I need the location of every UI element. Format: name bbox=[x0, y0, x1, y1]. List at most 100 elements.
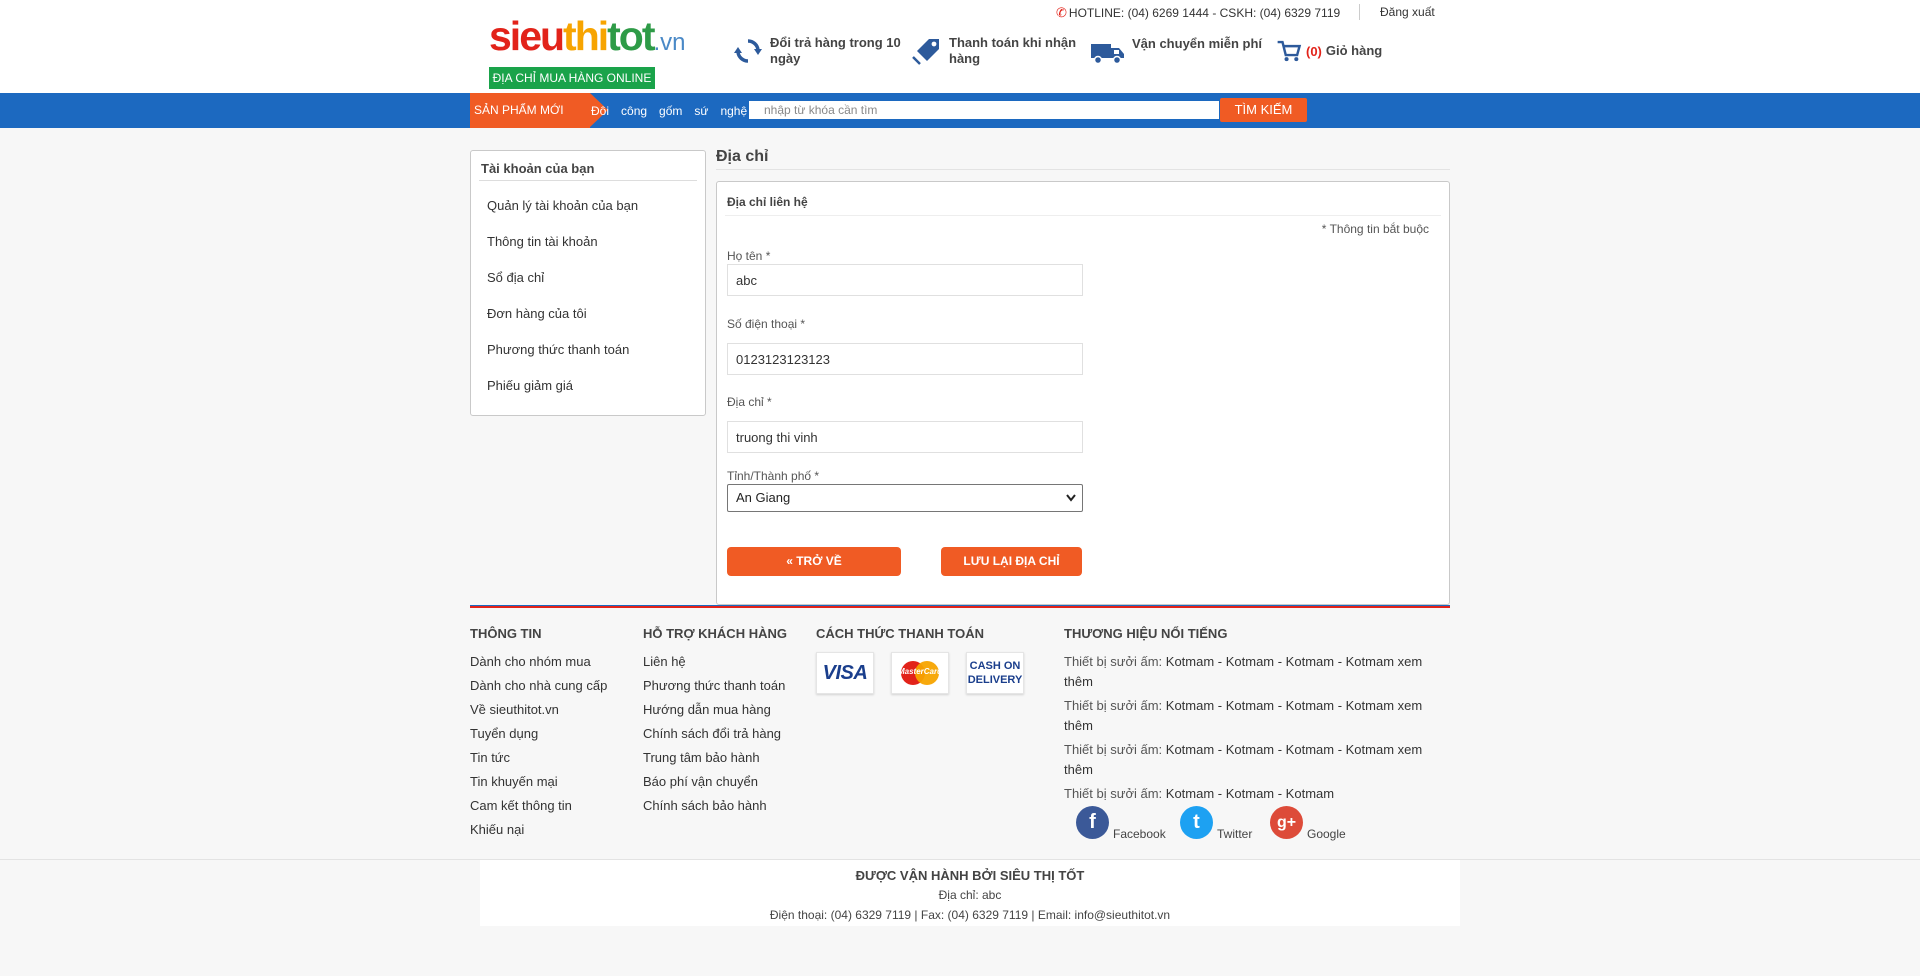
cart-link[interactable]: (0) Giỏ hàng bbox=[1276, 38, 1382, 64]
logo-part-2: thi bbox=[563, 13, 609, 59]
account-sidebar: Tài khoản của bạn Quản lý tài khoản của … bbox=[470, 150, 706, 416]
nav-link[interactable]: nghệ bbox=[720, 104, 747, 118]
shopping-cart-icon bbox=[1277, 40, 1302, 62]
mastercard-badge: MasterCard bbox=[891, 652, 949, 694]
sidebar-item-vouchers[interactable]: Phiếu giảm giá bbox=[487, 378, 573, 393]
nav-link[interactable]: gốm bbox=[659, 104, 682, 118]
sidebar-item-account-info[interactable]: Thông tin tài khoản bbox=[487, 234, 598, 249]
search-button[interactable]: TÌM KIẾM bbox=[1220, 98, 1307, 122]
back-button[interactable]: « TRỞ VỀ bbox=[727, 547, 901, 576]
brand-category: Thiết bị sưởi ấm: bbox=[1064, 654, 1163, 669]
feature-cod[interactable]: Thanh toán khi nhận hàng bbox=[911, 35, 1086, 67]
name-label: Họ tên * bbox=[727, 249, 771, 263]
footer-link[interactable]: Chính sách bảo hành bbox=[643, 798, 767, 813]
footer-link[interactable]: Về sieuthitot.vn bbox=[470, 702, 559, 717]
price-tag-icon bbox=[912, 39, 939, 65]
footer-stripe bbox=[470, 605, 1450, 608]
feature-text: Vận chuyển miễn phí bbox=[1132, 36, 1263, 51]
logo-part-3: tot bbox=[607, 13, 655, 59]
sidebar-item-payment-methods[interactable]: Phương thức thanh toán bbox=[487, 342, 629, 357]
brand-links[interactable]: Kotmam - Kotmam - Kotmam bbox=[1162, 786, 1334, 801]
nav-links: Đôi công gốm sứ nghệ bbox=[591, 93, 759, 128]
brand-category: Thiết bị sưởi ấm: bbox=[1064, 698, 1163, 713]
twitter-link[interactable]: t Twitter bbox=[1180, 806, 1252, 841]
mastercard-logo: MasterCard bbox=[897, 659, 943, 687]
feature-free-shipping[interactable]: Vận chuyển miễn phí bbox=[1090, 36, 1265, 68]
cod-badge: CASH ON DELIVERY bbox=[966, 652, 1024, 694]
city-label: Tỉnh/Thành phố * bbox=[727, 469, 820, 483]
search-input[interactable] bbox=[749, 101, 1219, 119]
phone-label: Số điện thoại * bbox=[727, 317, 806, 331]
footer-link[interactable]: Hướng dẫn mua hàng bbox=[643, 702, 771, 717]
footer-payment-title: CÁCH THỨC THANH TOÁN bbox=[816, 626, 984, 641]
nav-link[interactable]: Đôi bbox=[591, 104, 609, 118]
footer-link[interactable]: Tin tức bbox=[470, 750, 510, 765]
brand-line: Thiết bị sưởi ấm: Kotmam - Kotmam - Kotm… bbox=[1064, 652, 1444, 692]
logout-link[interactable]: Đăng xuất bbox=[1380, 5, 1435, 19]
site-logo[interactable]: sieuthitot.vn ĐỊA CHỈ MUA HÀNG ONLINE bbox=[489, 13, 686, 89]
city-select[interactable]: An Giang bbox=[727, 484, 1083, 512]
feature-return-policy[interactable]: Đổi trả hàng trong 10 ngày bbox=[732, 35, 902, 67]
company-contact: Điện thoại: (04) 6329 7119 | Fax: (04) 6… bbox=[769, 908, 1171, 922]
visa-logo: VISA bbox=[822, 661, 868, 684]
phone-field[interactable] bbox=[727, 343, 1083, 375]
site-header: sieuthitot.vn ĐỊA CHỈ MUA HÀNG ONLINE ✆ H… bbox=[0, 0, 1920, 93]
footer-link[interactable]: Tin khuyến mại bbox=[470, 774, 558, 789]
nav-link[interactable]: sứ bbox=[694, 104, 708, 118]
facebook-icon: f bbox=[1076, 806, 1109, 839]
google-plus-link[interactable]: g+ Google bbox=[1270, 806, 1346, 841]
logo-part-4: .vn bbox=[653, 29, 686, 56]
brand-line: Thiết bị sưởi ấm: Kotmam - Kotmam - Kotm… bbox=[1064, 784, 1444, 804]
footer-link[interactable]: Tuyển dụng bbox=[470, 726, 538, 741]
mastercard-text: MasterCard bbox=[897, 667, 942, 676]
facebook-link[interactable]: f Facebook bbox=[1076, 806, 1166, 841]
footer-info-title: THÔNG TIN bbox=[470, 626, 542, 641]
phone-icon: ✆ bbox=[1056, 5, 1067, 20]
footer-link[interactable]: Phương thức thanh toán bbox=[643, 678, 785, 693]
delivery-truck-icon bbox=[1091, 44, 1124, 65]
sidebar-title: Tài khoản của bạn bbox=[481, 161, 595, 176]
refresh-icon bbox=[734, 39, 762, 63]
hotline: ✆ HOTLINE: (04) 6269 1444 - CSKH: (04) 63… bbox=[1056, 5, 1340, 21]
footer-link[interactable]: Khiếu nại bbox=[470, 822, 524, 837]
header-divider bbox=[1359, 4, 1360, 20]
address-field[interactable] bbox=[727, 421, 1083, 453]
address-label: Địa chỉ * bbox=[727, 395, 772, 409]
logo-part-1: sieu bbox=[489, 13, 565, 59]
footer-link[interactable]: Trung tâm bảo hành bbox=[643, 750, 760, 765]
save-address-button[interactable]: LƯU LẠI ĐỊA CHỈ bbox=[941, 547, 1082, 576]
footer-link[interactable]: Chính sách đổi trả hàng bbox=[643, 726, 781, 741]
operated-by: ĐƯỢC VẬN HÀNH BỞI SIÊU THỊ TỐT bbox=[855, 868, 1085, 883]
social-label: Google bbox=[1307, 827, 1346, 841]
sidebar-item-address-book[interactable]: Sổ địa chỉ bbox=[487, 270, 544, 285]
title-divider bbox=[716, 169, 1450, 170]
footer-link[interactable]: Liên hệ bbox=[643, 654, 686, 669]
footer-link[interactable]: Cam kết thông tin bbox=[470, 798, 572, 813]
footer-link[interactable]: Dành cho nhóm mua bbox=[470, 654, 591, 669]
brand-line: Thiết bị sưởi ấm: Kotmam - Kotmam - Kotm… bbox=[1064, 696, 1444, 736]
twitter-icon: t bbox=[1180, 806, 1213, 839]
city-select-value: An Giang bbox=[736, 490, 791, 505]
address-form: Địa chỉ liên hệ * Thông tin bắt buộc Họ … bbox=[716, 181, 1450, 605]
footer-link[interactable]: Dành cho nhà cung cấp bbox=[470, 678, 607, 693]
bottom-info: ĐƯỢC VẬN HÀNH BỞI SIÊU THỊ TỐT Địa chỉ: … bbox=[480, 860, 1460, 926]
nav-link[interactable]: công bbox=[621, 104, 647, 118]
social-label: Facebook bbox=[1113, 827, 1166, 841]
brand-category: Thiết bị sưởi ấm: bbox=[1064, 786, 1163, 801]
brand-line: Thiết bị sưởi ấm: Kotmam - Kotmam - Kotm… bbox=[1064, 740, 1444, 780]
footer-support-title: HỖ TRỢ KHÁCH HÀNG bbox=[643, 626, 787, 641]
new-products-tab[interactable]: SẢN PHẨM MỚI bbox=[470, 93, 608, 128]
sidebar-item-account-management[interactable]: Quản lý tài khoản của bạn bbox=[487, 198, 638, 213]
form-title: Địa chỉ liên hệ bbox=[727, 195, 808, 209]
footer-link[interactable]: Báo phí vận chuyển bbox=[643, 774, 758, 789]
feature-text: Thanh toán khi nhận hàng bbox=[949, 35, 1077, 66]
name-field[interactable] bbox=[727, 264, 1083, 296]
logo-tagline: ĐỊA CHỈ MUA HÀNG ONLINE bbox=[489, 67, 655, 89]
cart-count: (0) bbox=[1306, 43, 1322, 59]
page-title: Địa chỉ bbox=[716, 148, 769, 165]
sidebar-item-my-orders[interactable]: Đơn hàng của tôi bbox=[487, 306, 587, 321]
cod-logo: CASH ON DELIVERY bbox=[968, 659, 1023, 687]
google-plus-icon: g+ bbox=[1270, 806, 1303, 839]
hotline-text: HOTLINE: (04) 6269 1444 - CSKH: (04) 632… bbox=[1068, 6, 1341, 20]
brand-category: Thiết bị sưởi ấm: bbox=[1064, 742, 1163, 757]
